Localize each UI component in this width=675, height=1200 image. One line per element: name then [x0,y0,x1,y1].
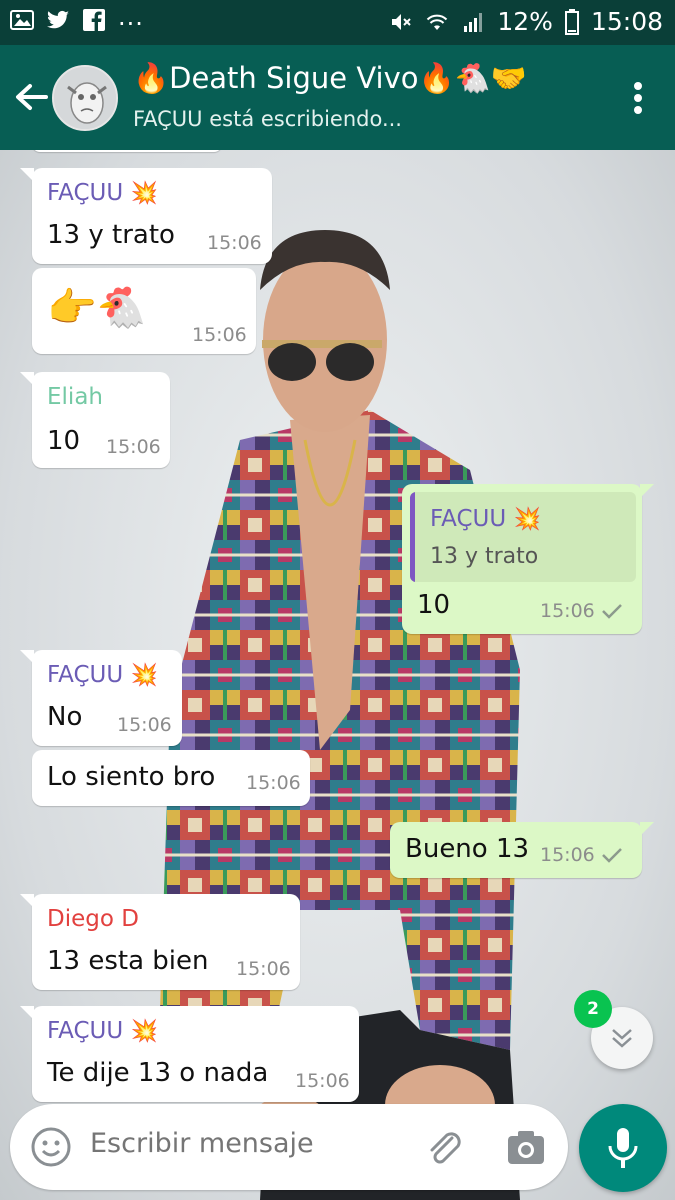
message-input-bar [10,1104,568,1190]
message-text: 13 esta bien [47,946,209,976]
clock: 15:08 [590,7,663,36]
message-bubble[interactable]: FAÇUU 💥 No 15:06 [20,650,182,746]
chat-area[interactable]: FAÇUU 💥 13 y trato 15:06 👉🐔 15:06 Eliah … [0,150,675,1200]
message-bubble[interactable]: FAÇUU 💥 13 y trato 15:06 [20,168,272,264]
message-bubble[interactable]: Diego D 13 esta bien 15:06 [20,894,300,990]
sent-check-icon [602,848,622,863]
message-bubble-outgoing[interactable]: Bueno 13 15:06 [390,822,654,878]
message-time: 15:06 [192,324,247,346]
message-time: 15:06 [540,844,595,866]
message-text: Lo siento bro [47,762,216,792]
sender-name: Eliah [47,384,103,410]
voice-record-button[interactable] [579,1104,667,1192]
message-text: Bueno 13 [405,834,530,864]
signal-icon [464,12,483,32]
message-input[interactable] [90,1128,410,1159]
message-bubble[interactable]: Lo siento bro 15:06 [32,750,310,806]
double-chevron-down-icon [612,1029,632,1048]
sender-badge: 💥 [130,181,158,206]
message-text: 10 [417,590,451,620]
message-time: 15:06 [246,772,301,794]
sender-badge: 💥 [130,663,158,688]
message-time: 15:06 [207,232,262,254]
sender-name: FAÇUU 💥 [47,1018,158,1044]
facebook-icon [83,9,105,31]
message-text: Te dije 13 o nada [47,1058,269,1088]
unread-count-badge: 2 [574,990,612,1028]
battery-icon [564,8,579,35]
twitter-icon [47,10,69,29]
microphone-icon [608,1128,638,1168]
message-time: 15:06 [540,600,595,622]
image-icon [10,10,34,30]
message-emoji: 👉🐔 [47,285,147,331]
emoji-icon[interactable] [28,1124,74,1170]
group-title[interactable]: 🔥Death Sigue Vivo🔥🐔🤝 [133,61,527,96]
back-arrow-icon[interactable] [12,77,50,117]
camera-icon[interactable] [504,1126,548,1170]
message-text: 10 [47,426,81,456]
battery-percent: 12% [497,7,553,36]
sender-name: Diego D [47,906,139,932]
more-options-icon[interactable] [633,81,643,115]
typing-status: FAÇUU está escribiendo... [133,107,402,131]
quote-sender-name: FAÇUU 💥 [430,506,541,532]
message-text: No [47,702,83,732]
sender-name: FAÇUU 💥 [47,180,158,206]
message-time: 15:06 [117,714,172,736]
message-bubble[interactable]: Eliah 10 15:06 [20,372,170,468]
group-avatar[interactable] [52,65,118,131]
sender-badge: 💥 [130,1019,158,1044]
message-time: 15:06 [295,1070,350,1092]
message-bubble[interactable]: FAÇUU 💥 Te dije 13 o nada 15:06 [20,1006,359,1102]
chat-header: 🔥Death Sigue Vivo🔥🐔🤝 FAÇUU está escribie… [0,45,675,150]
attach-icon[interactable] [422,1126,466,1170]
message-bubble-previous[interactable] [32,150,222,152]
message-bubble-outgoing[interactable]: FAÇUU 💥 13 y trato 10 15:06 [402,484,654,634]
message-time: 15:06 [236,958,291,980]
quote-text: 13 y trato [430,544,539,569]
wifi-icon [427,14,448,30]
quote-accent-bar [410,492,415,582]
message-text: 13 y trato [47,220,175,250]
message-bubble[interactable]: 👉🐔 15:06 [32,268,256,354]
mute-icon [392,13,412,30]
more-notifications: ... [118,3,144,31]
status-bar: ... 12% 15:08 [0,0,675,45]
message-time: 15:06 [106,436,161,458]
sent-check-icon [602,604,622,619]
sender-name: FAÇUU 💥 [47,662,158,688]
quoted-message[interactable]: FAÇUU 💥 13 y trato [410,492,636,582]
quote-sender-badge: 💥 [513,507,541,532]
